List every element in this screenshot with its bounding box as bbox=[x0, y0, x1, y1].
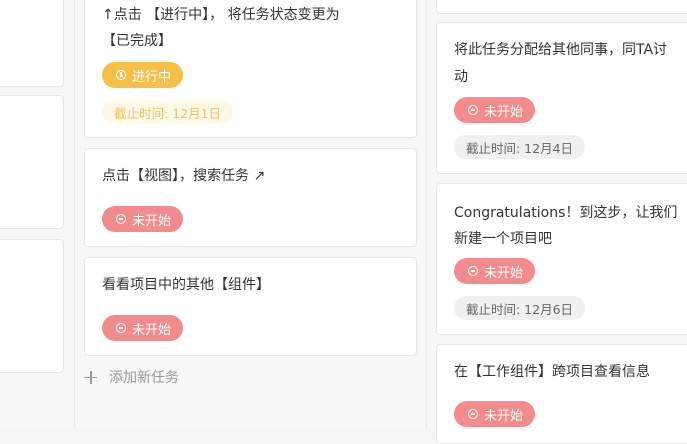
task-card[interactable] bbox=[0, 95, 64, 229]
minus-circle-icon bbox=[468, 266, 478, 276]
task-title: Congratulations！到这步，让我们 bbox=[454, 205, 678, 221]
task-title: 在【工作组件】跨项目查看信息 bbox=[454, 364, 650, 380]
task-title: 动 bbox=[454, 69, 468, 85]
clock-icon bbox=[116, 70, 126, 80]
due-date-badge: 截止时间: 12月4日 bbox=[454, 135, 586, 159]
task-card[interactable] bbox=[0, 0, 64, 87]
due-date-text: 截止时间: 12月6日 bbox=[466, 301, 574, 317]
status-badge-not-started[interactable]: 未开始 bbox=[102, 206, 184, 232]
status-badge-not-started[interactable]: 未开始 bbox=[454, 97, 536, 123]
task-card[interactable]: 将此任务分配给其他同事，同TA讨 动 未开始 截止时间: 12月4日 bbox=[436, 22, 687, 174]
board-column-left bbox=[0, 0, 74, 428]
task-title: 【已完成】 bbox=[102, 33, 172, 49]
task-card[interactable]: 点击【视图】，搜索任务 ↗ 未开始 bbox=[84, 148, 417, 247]
task-card[interactable]: 看看项目中的其他【组件】 未开始 bbox=[84, 257, 417, 356]
status-label: 未开始 bbox=[132, 213, 172, 229]
task-card[interactable] bbox=[436, 0, 687, 14]
due-date-text: 截止时间: 12月1日 bbox=[114, 105, 222, 121]
task-card[interactable] bbox=[0, 239, 64, 373]
task-title: 新建一个项目吧 bbox=[454, 231, 552, 247]
minus-circle-icon bbox=[116, 214, 126, 224]
task-title: ↑点击 【进行中】， 将任务状态变更为 bbox=[102, 7, 340, 23]
status-badge-not-started[interactable]: 未开始 bbox=[454, 258, 536, 284]
status-label: 未开始 bbox=[132, 322, 172, 338]
task-card[interactable]: ↑点击 【进行中】， 将任务状态变更为 【已完成】 进行中 截止时间: 12月1… bbox=[84, 0, 417, 138]
task-title: 点击【视图】，搜索任务 ↗ bbox=[102, 168, 266, 184]
task-card[interactable]: Congratulations！到这步，让我们 新建一个项目吧 未开始 截止时间… bbox=[436, 183, 687, 335]
status-label: 未开始 bbox=[484, 265, 524, 281]
status-badge-not-started[interactable]: 未开始 bbox=[454, 401, 536, 427]
status-label: 未开始 bbox=[484, 104, 524, 120]
add-task-label: 添加新任务 bbox=[109, 370, 179, 386]
add-task-button[interactable]: 添加新任务 bbox=[84, 366, 179, 388]
task-title: 将此任务分配给其他同事，同TA讨 bbox=[454, 42, 668, 58]
status-label: 进行中 bbox=[132, 69, 172, 85]
due-date-badge: 截止时间: 12月6日 bbox=[454, 296, 586, 320]
plus-icon bbox=[84, 370, 97, 384]
status-label: 未开始 bbox=[484, 408, 524, 424]
due-date-badge: 截止时间: 12月1日 bbox=[102, 100, 234, 124]
task-card[interactable]: 在【工作组件】跨项目查看信息 未开始 bbox=[436, 344, 687, 444]
task-title: 看看项目中的其他【组件】 bbox=[102, 277, 270, 293]
minus-circle-icon bbox=[468, 105, 478, 115]
due-date-text: 截止时间: 12月4日 bbox=[466, 140, 574, 156]
status-badge-not-started[interactable]: 未开始 bbox=[102, 315, 184, 341]
minus-circle-icon bbox=[116, 323, 126, 333]
status-badge-in-progress[interactable]: 进行中 bbox=[102, 62, 184, 88]
minus-circle-icon bbox=[468, 409, 478, 419]
